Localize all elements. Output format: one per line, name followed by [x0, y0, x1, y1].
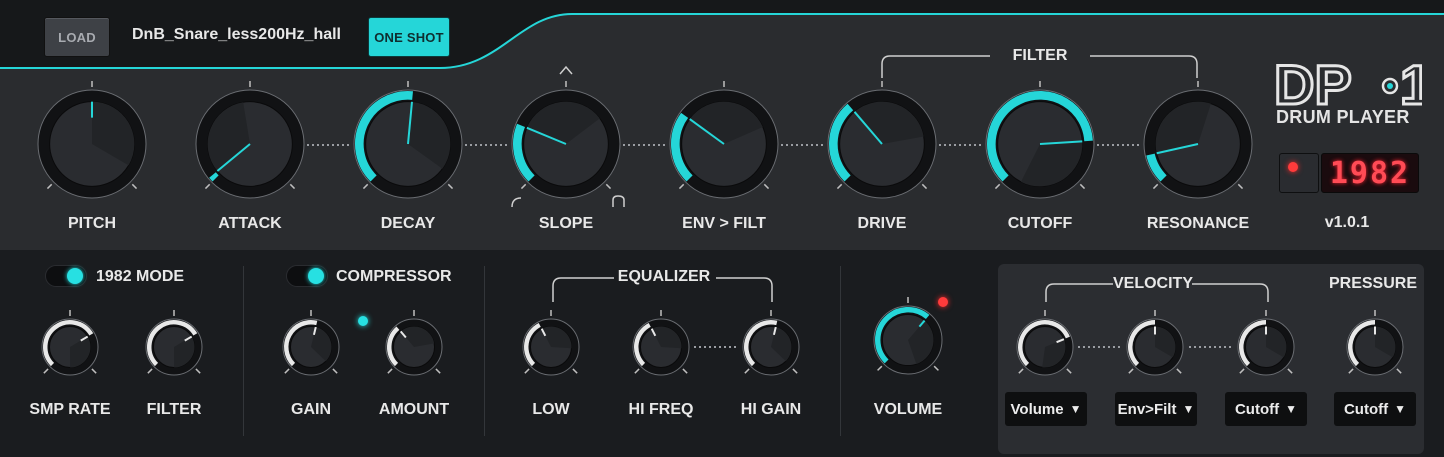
knob-link-dots	[1078, 346, 1122, 348]
filter-1982-label: FILTER	[146, 401, 202, 418]
dropdown-arrow-icon: ▼	[1069, 402, 1082, 416]
dropdown-arrow-icon: ▼	[1285, 402, 1298, 416]
equalizer-label: EQUALIZER	[617, 268, 711, 285]
velocity-volume-knob[interactable]	[1001, 303, 1089, 391]
eq-low-label: LOW	[532, 401, 570, 418]
slope-linear-icon	[559, 65, 573, 75]
midi-led-button[interactable]	[1279, 153, 1319, 193]
dropdown-value: Env>Filt	[1117, 400, 1177, 418]
eq-hi-gain-knob[interactable]	[727, 303, 815, 391]
pressure-knob[interactable]	[1331, 303, 1419, 391]
comp-amount-label: AMOUNT	[378, 401, 450, 418]
velocity-envfilt-knob[interactable]	[1111, 303, 1199, 391]
comp-amount-knob[interactable]	[370, 303, 458, 391]
filter-1982-knob[interactable]	[130, 303, 218, 391]
led-display: 1982	[1321, 153, 1419, 193]
smp-rate-label: SMP RATE	[29, 401, 111, 418]
dropdown-arrow-icon: ▼	[1394, 402, 1407, 416]
midi-led-indicator	[1288, 162, 1298, 172]
comp-gain-label: GAIN	[291, 401, 331, 418]
dropdown-value: Cutoff	[1343, 400, 1389, 418]
eq-low-knob[interactable]	[507, 303, 595, 391]
slope-curve-in-icon	[511, 197, 522, 208]
smp-rate-knob[interactable]	[26, 303, 114, 391]
logo-subtitle: DRUM PLAYER	[1276, 107, 1410, 127]
eq-hi-freq-knob[interactable]	[617, 303, 705, 391]
eq-hi-gain-label: HI GAIN	[740, 401, 802, 418]
velocity-target-3-dropdown[interactable]: Cutoff ▼	[1225, 392, 1307, 426]
velocity-target-2-dropdown[interactable]: Env>Filt ▼	[1115, 392, 1197, 426]
knob-link-dots	[694, 346, 738, 348]
volume-knob[interactable]	[858, 290, 958, 390]
pressure-target-dropdown[interactable]: Cutoff ▼	[1334, 392, 1416, 426]
version-label: v1.0.1	[1324, 214, 1370, 231]
dropdown-value: Cutoff	[1234, 400, 1280, 418]
dropdown-arrow-icon: ▼	[1182, 402, 1195, 416]
dropdown-value: Volume	[1010, 400, 1064, 418]
main-panel: LOAD DnB_Snare_less200Hz_hall ONE SHOT F…	[0, 0, 1444, 250]
slope-curve-out-icon	[612, 195, 625, 207]
knob-link-dots	[1189, 346, 1233, 348]
velocity-target-1-dropdown[interactable]: Volume ▼	[1005, 392, 1087, 426]
comp-gain-knob[interactable]	[267, 303, 355, 391]
eq-hi-freq-label: HI FREQ	[628, 401, 694, 418]
velocity-cutoff-knob[interactable]	[1222, 303, 1310, 391]
volume-label: VOLUME	[873, 401, 943, 418]
slope-shape-icons	[511, 65, 625, 208]
velocity-label: VELOCITY	[1112, 275, 1194, 292]
pressure-label: PRESSURE	[1328, 275, 1418, 292]
